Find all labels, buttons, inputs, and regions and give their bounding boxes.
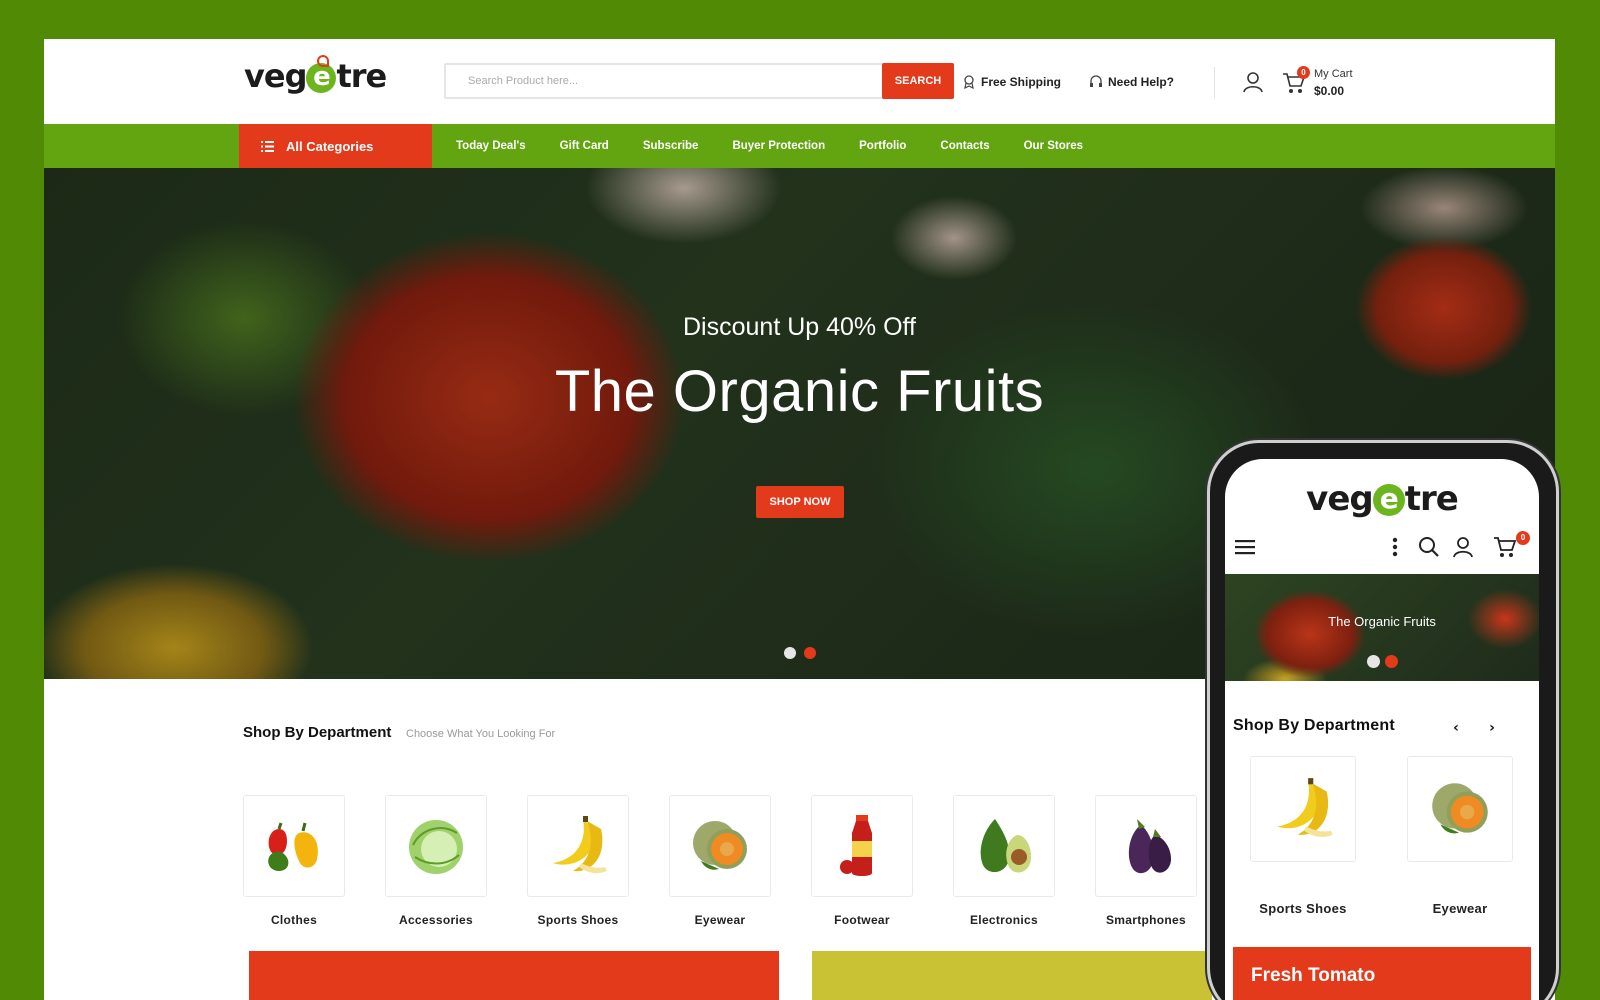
department-thumb[interactable] [385, 795, 487, 897]
department-item-clothes[interactable]: Clothes [243, 795, 345, 927]
department-subtitle: Choose What You Looking For [406, 728, 556, 740]
department-title: Shop By Department [243, 724, 392, 741]
nav-item-contacts[interactable]: Contacts [940, 140, 989, 152]
nav-links: Today Deal's Gift Card Subscribe Buyer P… [456, 124, 1083, 168]
eggplant-icon [1128, 819, 1171, 874]
shop-now-button[interactable]: SHOP NOW [756, 486, 844, 518]
department-thumb[interactable] [527, 795, 629, 897]
mobile-slider-dot-1[interactable] [1367, 655, 1380, 668]
mobile-promo-banner[interactable]: Fresh Tomato [1233, 947, 1531, 1000]
department-grid: Clothes Accessories Sports Shoes Eyewear… [243, 795, 1197, 927]
all-categories-button[interactable]: All Categories [239, 124, 432, 168]
department-thumb[interactable] [669, 795, 771, 897]
mobile-logo-leaf-e: e [1372, 484, 1405, 516]
department-label: Clothes [270, 913, 318, 927]
banana-icon [1277, 778, 1333, 837]
site-header: vegetre SEARCH Free Shipping Need Help? … [44, 39, 1555, 124]
department-thumb[interactable] [953, 795, 1055, 897]
mobile-product-label: Eyewear [1432, 901, 1488, 916]
cart-title[interactable]: My Cart [1314, 68, 1353, 80]
promo-banner-yellow[interactable] [812, 951, 1212, 1000]
department-label: Electronics [970, 913, 1038, 927]
search-icon[interactable] [1417, 535, 1441, 559]
header-divider [1214, 67, 1215, 99]
mobile-department-title: Shop By Department [1233, 717, 1395, 734]
logo-text-suffix: tre [336, 57, 387, 95]
need-help-link[interactable]: Need Help? [1089, 75, 1174, 89]
nav-item-subscribe[interactable]: Subscribe [643, 140, 699, 152]
avocado-icon [980, 819, 1031, 873]
chevron-left-icon[interactable]: ‹ [1447, 719, 1465, 737]
cabbage-icon [409, 820, 463, 874]
logo-leaf-e: e [306, 55, 337, 93]
department-item-sports-shoes[interactable]: Sports Shoes [527, 795, 629, 927]
department-item-accessories[interactable]: Accessories [385, 795, 487, 927]
mobile-screen: veg e tre 0 The Organic Fruits Shop By Dep… [1225, 459, 1539, 1000]
department-label: Accessories [398, 913, 474, 927]
slider-dot-2[interactable] [804, 647, 816, 659]
department-item-smartphones[interactable]: Smartphones [1095, 795, 1197, 927]
account-icon[interactable] [1451, 535, 1475, 559]
shipping-badge-icon [964, 75, 974, 89]
nav-item-gift-card[interactable]: Gift Card [560, 140, 609, 152]
hero-title: The Organic Fruits [554, 359, 1045, 424]
chevron-right-icon[interactable]: › [1483, 719, 1501, 737]
mobile-logo[interactable]: veg e tre [1225, 479, 1539, 519]
department-label: Smartphones [1106, 913, 1186, 927]
juice-bottle-icon [840, 815, 872, 876]
department-label: Footwear [834, 913, 890, 927]
nav-item-today-deals[interactable]: Today Deal's [456, 140, 526, 152]
cart-total: $0.00 [1314, 84, 1345, 98]
department-label: Sports Shoes [537, 913, 619, 927]
all-categories-label: All Categories [286, 138, 374, 154]
main-nav: All Categories Today Deal's Gift Card Su… [44, 124, 1555, 168]
logo-text-prefix: veg [244, 57, 307, 95]
department-item-footwear[interactable]: Footwear [811, 795, 913, 927]
mobile-slider-dot-2[interactable] [1385, 655, 1398, 668]
mobile-hero-banner: The Organic Fruits [1225, 574, 1539, 681]
free-shipping-label: Free Shipping [981, 75, 1062, 89]
mobile-preview-device: veg e tre 0 The Organic Fruits Shop By Dep… [1207, 440, 1559, 1000]
melon-icon [1432, 783, 1488, 834]
promo-banner-red[interactable] [249, 951, 779, 1000]
more-vertical-icon[interactable] [1383, 535, 1407, 559]
department-thumb[interactable] [1095, 795, 1197, 897]
bell-peppers-icon [268, 822, 318, 871]
mobile-logo-prefix: veg [1306, 479, 1374, 519]
hero-subtitle: Discount Up 40% Off [683, 313, 916, 341]
cart-count-badge: 0 [1297, 66, 1310, 79]
mobile-product-thumb[interactable] [1407, 756, 1513, 862]
department-thumb[interactable] [811, 795, 913, 897]
mobile-hero-title: The Organic Fruits [1328, 614, 1436, 629]
cart-icon[interactable] [1493, 535, 1517, 559]
melon-icon [693, 821, 747, 870]
mobile-product-label: Sports Shoes [1259, 901, 1347, 916]
need-help-label: Need Help? [1108, 75, 1175, 89]
department-thumb[interactable] [243, 795, 345, 897]
hamburger-menu-icon[interactable] [1233, 535, 1257, 559]
search-button[interactable]: SEARCH [882, 63, 954, 99]
mobile-product-thumb[interactable] [1250, 756, 1356, 862]
free-shipping-link[interactable]: Free Shipping [962, 75, 1061, 89]
mobile-cart-count-badge: 0 [1516, 531, 1530, 545]
mobile-logo-suffix: tre [1404, 479, 1459, 519]
support-icon [1090, 75, 1102, 87]
slider-dot-1[interactable] [784, 647, 796, 659]
nav-item-portfolio[interactable]: Portfolio [859, 140, 906, 152]
search-bar: SEARCH [444, 63, 954, 99]
department-label: Eyewear [694, 913, 746, 927]
account-icon[interactable] [1242, 71, 1264, 93]
site-logo[interactable]: veg e tre [244, 55, 387, 95]
department-item-eyewear[interactable]: Eyewear [669, 795, 771, 927]
department-item-electronics[interactable]: Electronics [953, 795, 1055, 927]
search-input[interactable] [446, 65, 874, 97]
nav-item-buyer-protection[interactable]: Buyer Protection [732, 140, 825, 152]
list-menu-icon [261, 140, 274, 152]
nav-item-our-stores[interactable]: Our Stores [1024, 140, 1083, 152]
mobile-banner-title: Fresh Tomato [1251, 965, 1376, 986]
banana-icon [553, 816, 607, 874]
